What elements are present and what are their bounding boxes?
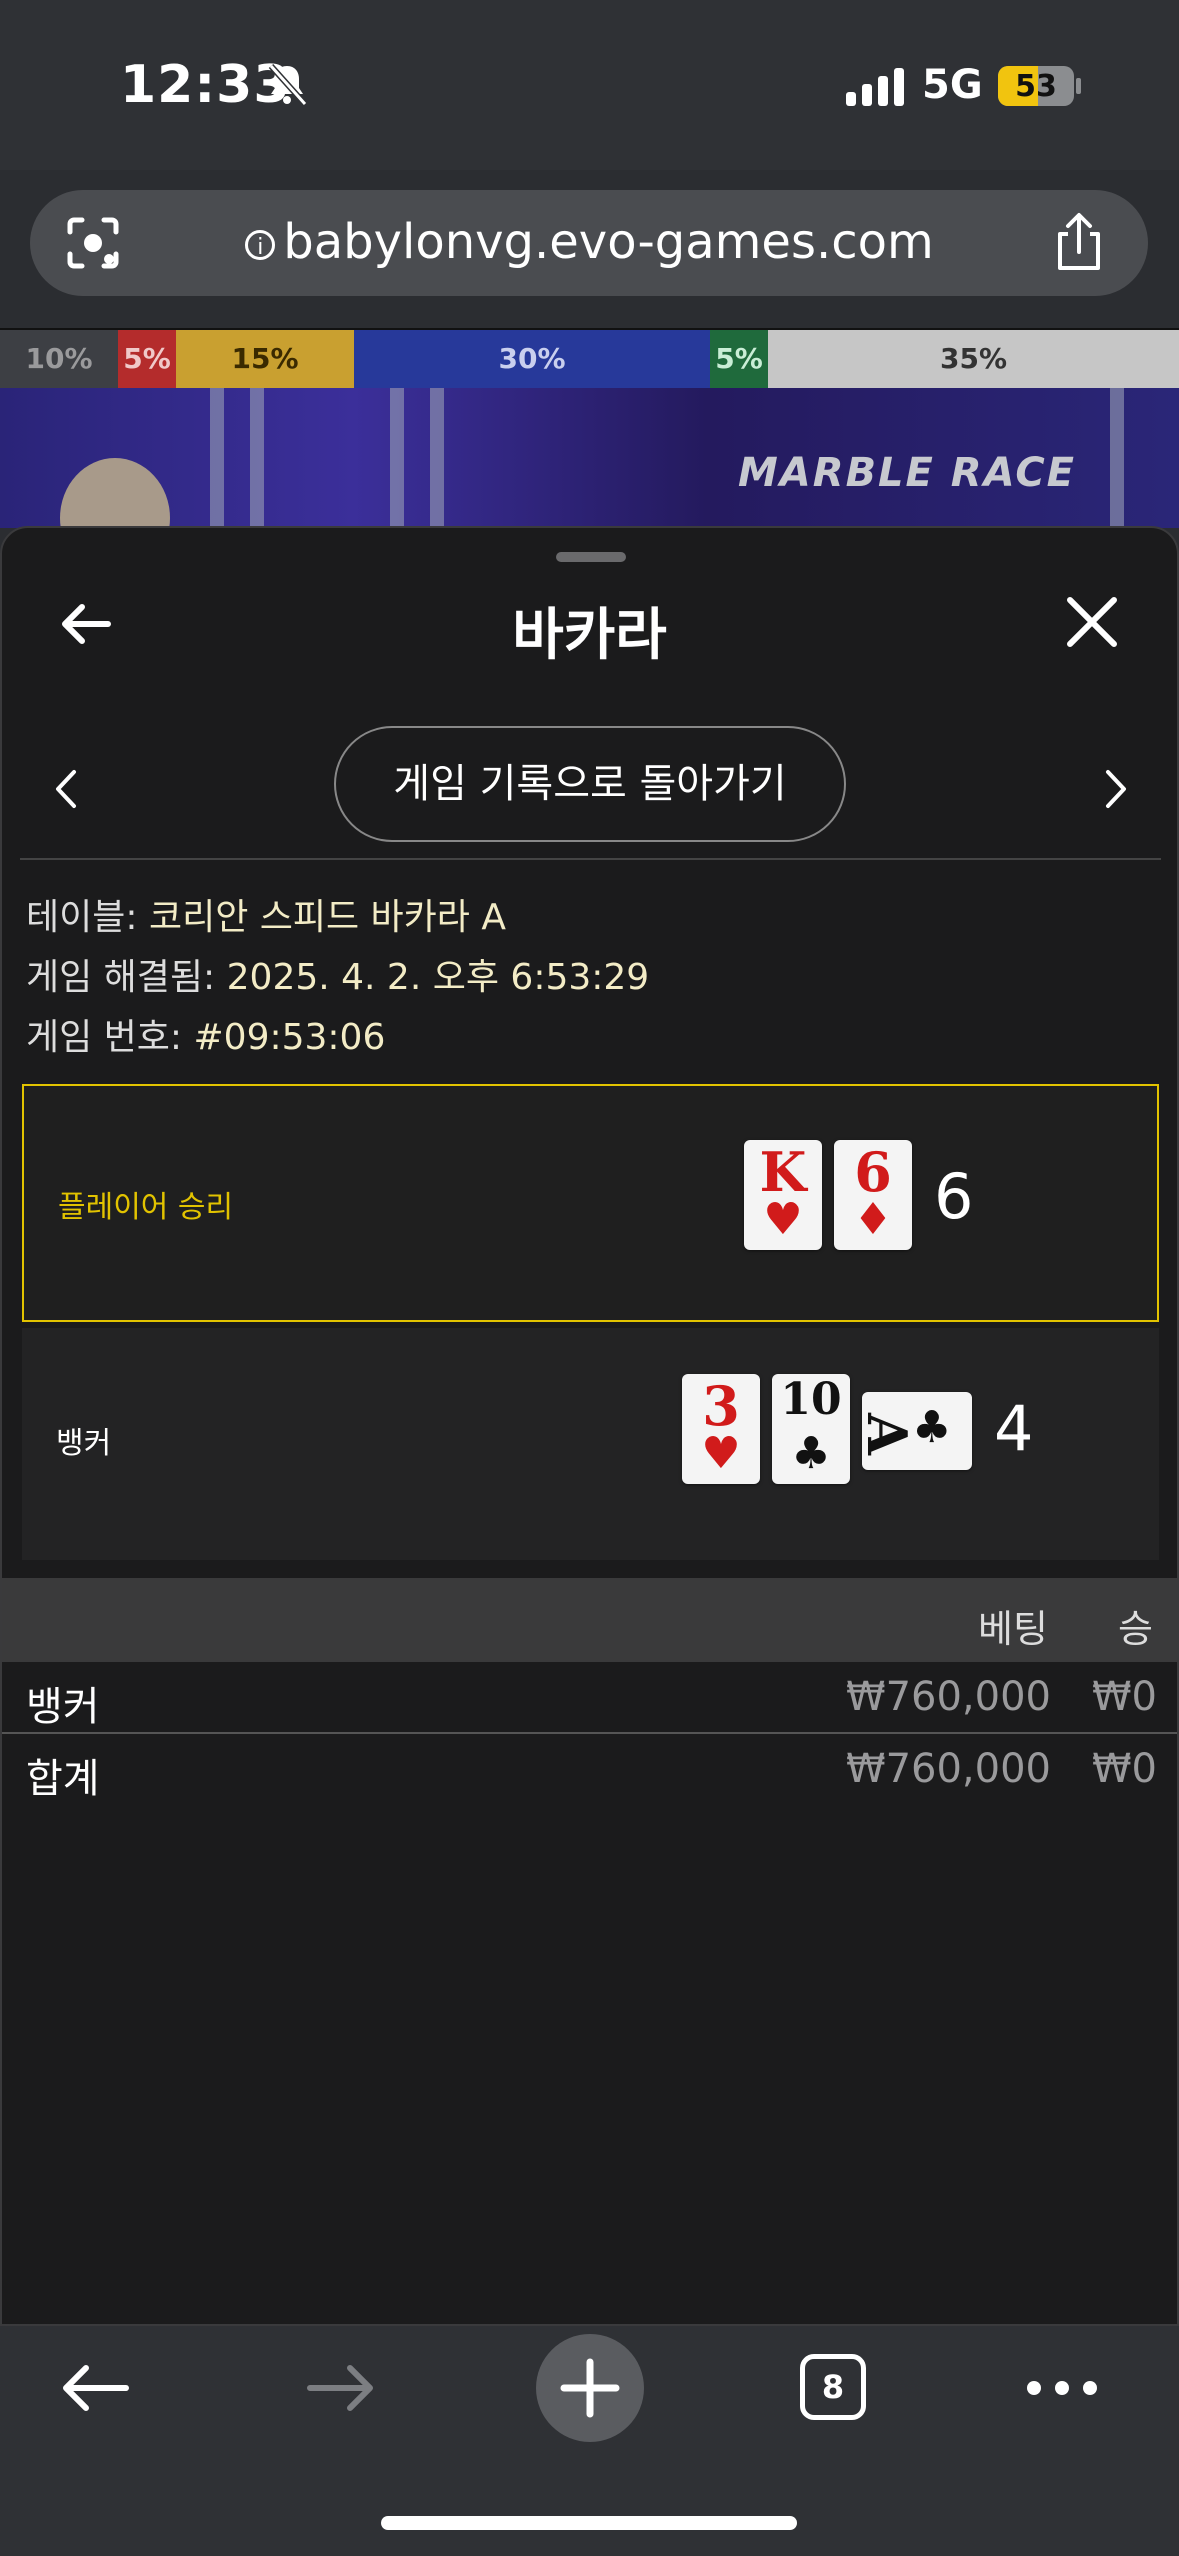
info-icon: i xyxy=(245,230,276,260)
status-bar: 12:33 5G 53 xyxy=(0,0,1179,170)
player-score: 6 xyxy=(934,1160,974,1233)
bets-table-header: 베팅 승 xyxy=(2,1578,1177,1662)
bet-column-header: 베팅 xyxy=(978,1607,1048,1651)
banker-hand: 뱅커 3 ♥ 10 ♣ A ♣ 4 xyxy=(22,1328,1159,1560)
battery-percent: 53 xyxy=(1015,69,1057,104)
bell-muted-icon xyxy=(268,63,308,107)
more-options-icon[interactable] xyxy=(1024,2376,1100,2400)
close-icon[interactable] xyxy=(1064,594,1120,650)
back-to-history-button[interactable]: 게임 기록으로 돌아가기 xyxy=(334,726,846,842)
signal-icon xyxy=(846,68,910,106)
banker-label: 뱅커 xyxy=(56,1426,112,1461)
resolved-info: 게임 해결됨: 2025. 4. 2. 오후 6:53:29 xyxy=(26,957,650,998)
playing-card: 6 ♦ xyxy=(834,1140,912,1250)
game-details-sheet: 바카라 게임 기록으로 돌아가기 테이블: 코리안 스피드 바카라 A 게임 해… xyxy=(0,526,1179,2326)
odds-segment: 35% xyxy=(768,330,1179,388)
playing-card: A ♣ xyxy=(855,1392,972,1470)
odds-segment: 10% xyxy=(0,330,118,388)
odds-strip: 10% 5% 15% 30% 5% 35% xyxy=(0,328,1179,390)
playing-card: 3 ♥ xyxy=(682,1374,760,1484)
playing-card: 10 ♣ xyxy=(772,1374,850,1484)
table-info: 테이블: 코리안 스피드 바카라 A xyxy=(26,897,506,938)
player-hand: 플레이어 승리 K ♥ 6 ♦ 6 xyxy=(22,1084,1159,1322)
dealer-image xyxy=(60,458,170,528)
share-icon[interactable] xyxy=(1050,212,1108,274)
odds-segment: 15% xyxy=(176,330,354,388)
marble-race-logo: MARBLE RACE xyxy=(738,450,1076,496)
sheet-grabber[interactable] xyxy=(556,552,626,562)
browser-back-icon[interactable] xyxy=(58,2360,132,2416)
live-video: MARBLE RACE xyxy=(0,388,1179,528)
total-row: 합계 ₩760,000 ₩0 xyxy=(26,1746,1157,1802)
next-game-icon[interactable] xyxy=(1100,764,1130,814)
banker-score: 4 xyxy=(994,1392,1034,1465)
odds-segment: 5% xyxy=(710,330,768,388)
odds-segment: 30% xyxy=(354,330,710,388)
previous-game-icon[interactable] xyxy=(52,764,82,814)
home-indicator xyxy=(381,2516,797,2530)
url-text[interactable]: i babylonvg.evo-games.com xyxy=(0,214,1179,270)
player-result-label: 플레이어 승리 xyxy=(58,1190,234,1225)
sheet-title: 바카라 xyxy=(512,603,667,668)
tabs-button[interactable]: 8 xyxy=(800,2354,866,2420)
table-row: 뱅커 ₩760,000 ₩0 xyxy=(26,1674,1157,1730)
browser-forward-icon[interactable] xyxy=(304,2360,378,2416)
win-column-header: 승 xyxy=(1118,1607,1153,1651)
game-number-info: 게임 번호: #09:53:06 xyxy=(26,1017,386,1058)
divider xyxy=(20,858,1161,860)
odds-segment: 5% xyxy=(118,330,176,388)
new-tab-icon[interactable] xyxy=(536,2334,644,2442)
battery-icon: 53 xyxy=(998,66,1074,106)
playing-card: K ♥ xyxy=(744,1140,822,1250)
network-type: 5G xyxy=(922,62,983,108)
